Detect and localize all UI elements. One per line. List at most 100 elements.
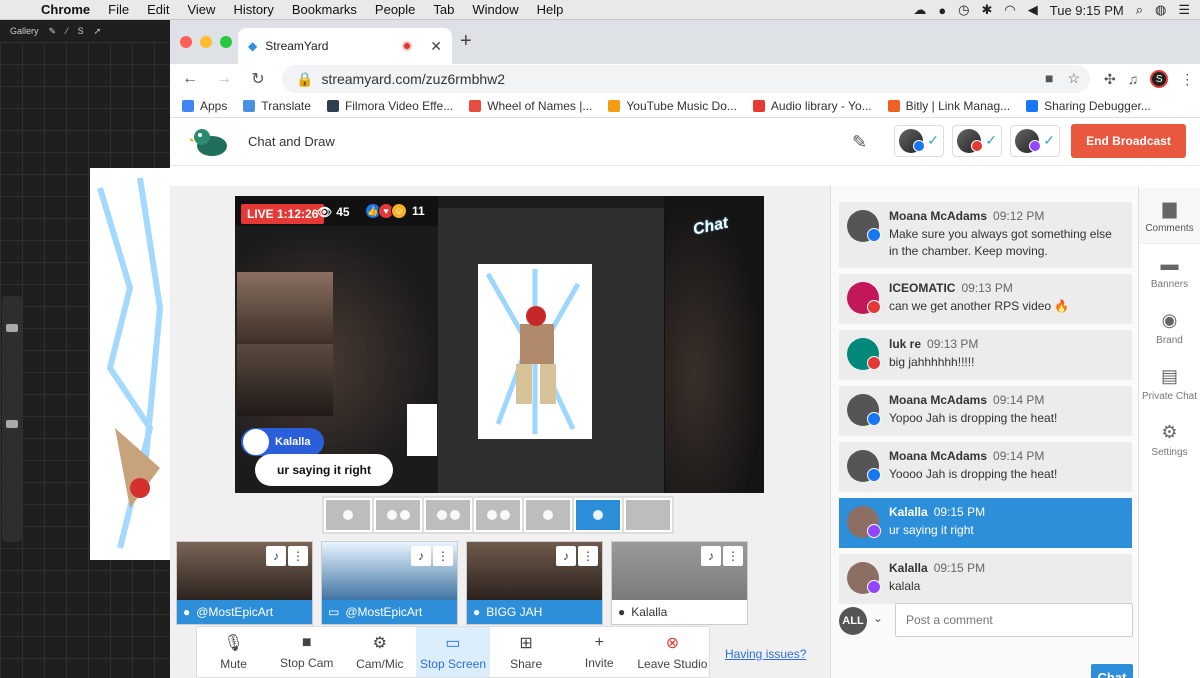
menu-people[interactable]: People <box>375 2 415 17</box>
comment-item[interactable]: Moana McAdams 09:14 PM Yopoo Jah is droppi… <box>839 386 1132 436</box>
siri-icon[interactable]: ◍ <box>1155 2 1166 18</box>
camera-tile[interactable]: ♪ ⋮ ● Kalalla <box>611 541 748 625</box>
procreate-gallery-link[interactable]: Gallery <box>10 26 39 36</box>
camera-in-use-icon[interactable]: ■ <box>1045 70 1053 87</box>
wrench-icon[interactable]: ✎ <box>49 26 57 37</box>
rail-private-chat[interactable]: ▤ Private Chat <box>1139 356 1200 412</box>
post-comment-input[interactable] <box>895 603 1133 637</box>
destination-facebook[interactable]: ✓ <box>894 125 944 157</box>
comment-item[interactable]: luk re 09:13 PM big jahhhhhh!!!!! <box>839 330 1132 380</box>
more-options-icon[interactable]: ⋮ <box>578 546 598 566</box>
layout-screen-side[interactable] <box>524 498 572 532</box>
bluetooth-icon[interactable]: ✱ <box>982 2 993 18</box>
rail-banners[interactable]: ▬ Banners <box>1139 244 1200 300</box>
end-broadcast-button[interactable]: End Broadcast <box>1071 124 1186 158</box>
time-machine-icon[interactable]: ◷ <box>958 2 969 18</box>
chat-send-button[interactable]: Chat <box>1091 664 1133 678</box>
bookmark-item[interactable]: Translate <box>243 99 311 113</box>
comment-item[interactable]: Kalalla 09:15 PM ur saying it right <box>839 498 1132 548</box>
comment-item[interactable]: Kalalla 09:15 PM kalala <box>839 554 1132 604</box>
procreate-sidebar[interactable] <box>2 296 22 542</box>
new-tab-button[interactable]: + <box>460 30 472 53</box>
control-leave-studio[interactable]: ⊗ Leave Studio <box>636 627 709 677</box>
notification-center-icon[interactable]: ☰ <box>1178 2 1190 18</box>
rail-brand[interactable]: ◉ Brand <box>1139 300 1200 356</box>
rail-settings[interactable]: ⚙ Settings <box>1139 412 1200 468</box>
rail-comments[interactable]: ▆ Comments <box>1139 188 1200 244</box>
forward-icon[interactable]: → <box>214 70 234 88</box>
bookmark-item[interactable]: Bitly | Link Manag... <box>887 99 1010 113</box>
audience-selector[interactable]: ALL <box>839 607 867 635</box>
more-options-icon[interactable]: ⋮ <box>433 546 453 566</box>
transform-icon[interactable]: ➚ <box>94 26 102 37</box>
camera-tile[interactable]: ♪ ⋮ ● @MostEpicArt <box>176 541 313 625</box>
mic-icon[interactable]: ♪ <box>701 546 721 566</box>
mic-icon[interactable]: ♪ <box>411 546 431 566</box>
media-control-icon[interactable]: ♫ <box>1128 71 1139 87</box>
spotlight-search-icon[interactable]: ⌕ <box>1136 2 1143 18</box>
control-mute[interactable]: 🎙 Mute <box>197 627 270 677</box>
brush-size-slider[interactable] <box>6 324 18 332</box>
profile-avatar[interactable]: S <box>1150 70 1169 88</box>
volume-icon[interactable]: ◀ <box>1028 2 1038 18</box>
bookmark-item[interactable]: Audio library - Yo... <box>752 99 872 113</box>
menu-window[interactable]: Window <box>472 2 518 17</box>
more-options-icon[interactable]: ⋮ <box>723 546 743 566</box>
reload-icon[interactable]: ↻ <box>248 69 268 89</box>
wifi-icon[interactable]: ◠ <box>1004 2 1015 18</box>
chevron-down-icon[interactable]: ⌄ <box>873 611 883 625</box>
minimize-window-button[interactable] <box>200 36 212 48</box>
bookmark-item[interactable]: Filmora Video Effe... <box>326 99 453 113</box>
control-stop-screen[interactable]: ▭ Stop Screen <box>416 627 490 677</box>
layout-fullscreen[interactable] <box>624 498 672 532</box>
menu-view[interactable]: View <box>187 2 215 17</box>
address-bar[interactable]: 🔒 streamyard.com/zuz6rmbhw2 ■ ☆ <box>282 65 1090 93</box>
cloud-icon[interactable]: ☁ <box>913 2 926 18</box>
tab-streamyard[interactable]: ◆ StreamYard ✕ <box>238 28 452 64</box>
edit-pencil-icon[interactable]: ✎ <box>852 132 867 153</box>
opacity-slider[interactable] <box>6 420 18 428</box>
control-invite[interactable]: + Invite <box>563 627 636 677</box>
comment-item[interactable]: Moana McAdams 09:14 PM Yoooo Jah is droppi… <box>839 442 1132 492</box>
layout-solo[interactable] <box>324 498 372 532</box>
control-stop-cam[interactable]: ■ Stop Cam <box>270 627 343 677</box>
creative-cloud-icon[interactable]: ● <box>938 3 946 18</box>
extensions-puzzle-icon[interactable]: ✣ <box>1104 71 1116 88</box>
menu-kebab-icon[interactable]: ⋮ <box>1180 71 1194 88</box>
destination-twitch[interactable]: ✓ <box>1010 125 1060 157</box>
bookmark-item[interactable]: Apps <box>182 99 227 113</box>
magic-wand-icon[interactable]: ⁄ <box>66 26 68 36</box>
menu-help[interactable]: Help <box>537 2 564 17</box>
menu-file[interactable]: File <box>108 2 129 17</box>
streamyard-logo[interactable] <box>188 126 230 158</box>
zoom-window-button[interactable] <box>220 36 232 48</box>
destination-youtube[interactable]: ✓ <box>952 125 1002 157</box>
control-cam-mic[interactable]: ⚙ Cam/Mic <box>343 627 416 677</box>
menu-edit[interactable]: Edit <box>147 2 169 17</box>
close-window-button[interactable] <box>180 36 192 48</box>
bookmark-star-icon[interactable]: ☆ <box>1067 70 1080 87</box>
having-issues-link[interactable]: Having issues? <box>725 647 806 661</box>
more-options-icon[interactable]: ⋮ <box>288 546 308 566</box>
menu-tab[interactable]: Tab <box>433 2 454 17</box>
camera-tile[interactable]: ♪ ⋮ ▭ @MostEpicArt <box>321 541 458 625</box>
layout-thin[interactable] <box>374 498 422 532</box>
bookmark-item[interactable]: YouTube Music Do... <box>608 99 737 113</box>
menu-history[interactable]: History <box>233 2 273 17</box>
bookmark-item[interactable]: Wheel of Names |... <box>469 99 592 113</box>
mic-icon[interactable]: ♪ <box>266 546 286 566</box>
back-icon[interactable]: ← <box>180 70 200 88</box>
mic-icon[interactable]: ♪ <box>556 546 576 566</box>
comment-item[interactable]: Moana McAdams 09:12 PM Make sure you alway… <box>839 202 1132 268</box>
bookmark-item[interactable]: Sharing Debugger... <box>1026 99 1151 113</box>
clock[interactable]: Tue 9:15 PM <box>1050 3 1124 18</box>
selection-icon[interactable]: S <box>78 26 84 36</box>
close-tab-icon[interactable]: ✕ <box>430 38 442 55</box>
layout-screen-thin[interactable] <box>574 498 622 532</box>
menu-chrome[interactable]: Chrome <box>41 2 90 17</box>
menu-bookmarks[interactable]: Bookmarks <box>292 2 357 17</box>
layout-group[interactable] <box>424 498 472 532</box>
comment-item[interactable]: ICEOMATIC 09:13 PM can we get another RPS … <box>839 274 1132 324</box>
camera-tile[interactable]: ♪ ⋮ ● BIGG JAH <box>466 541 603 625</box>
control-share[interactable]: ⊞ Share <box>490 627 563 677</box>
